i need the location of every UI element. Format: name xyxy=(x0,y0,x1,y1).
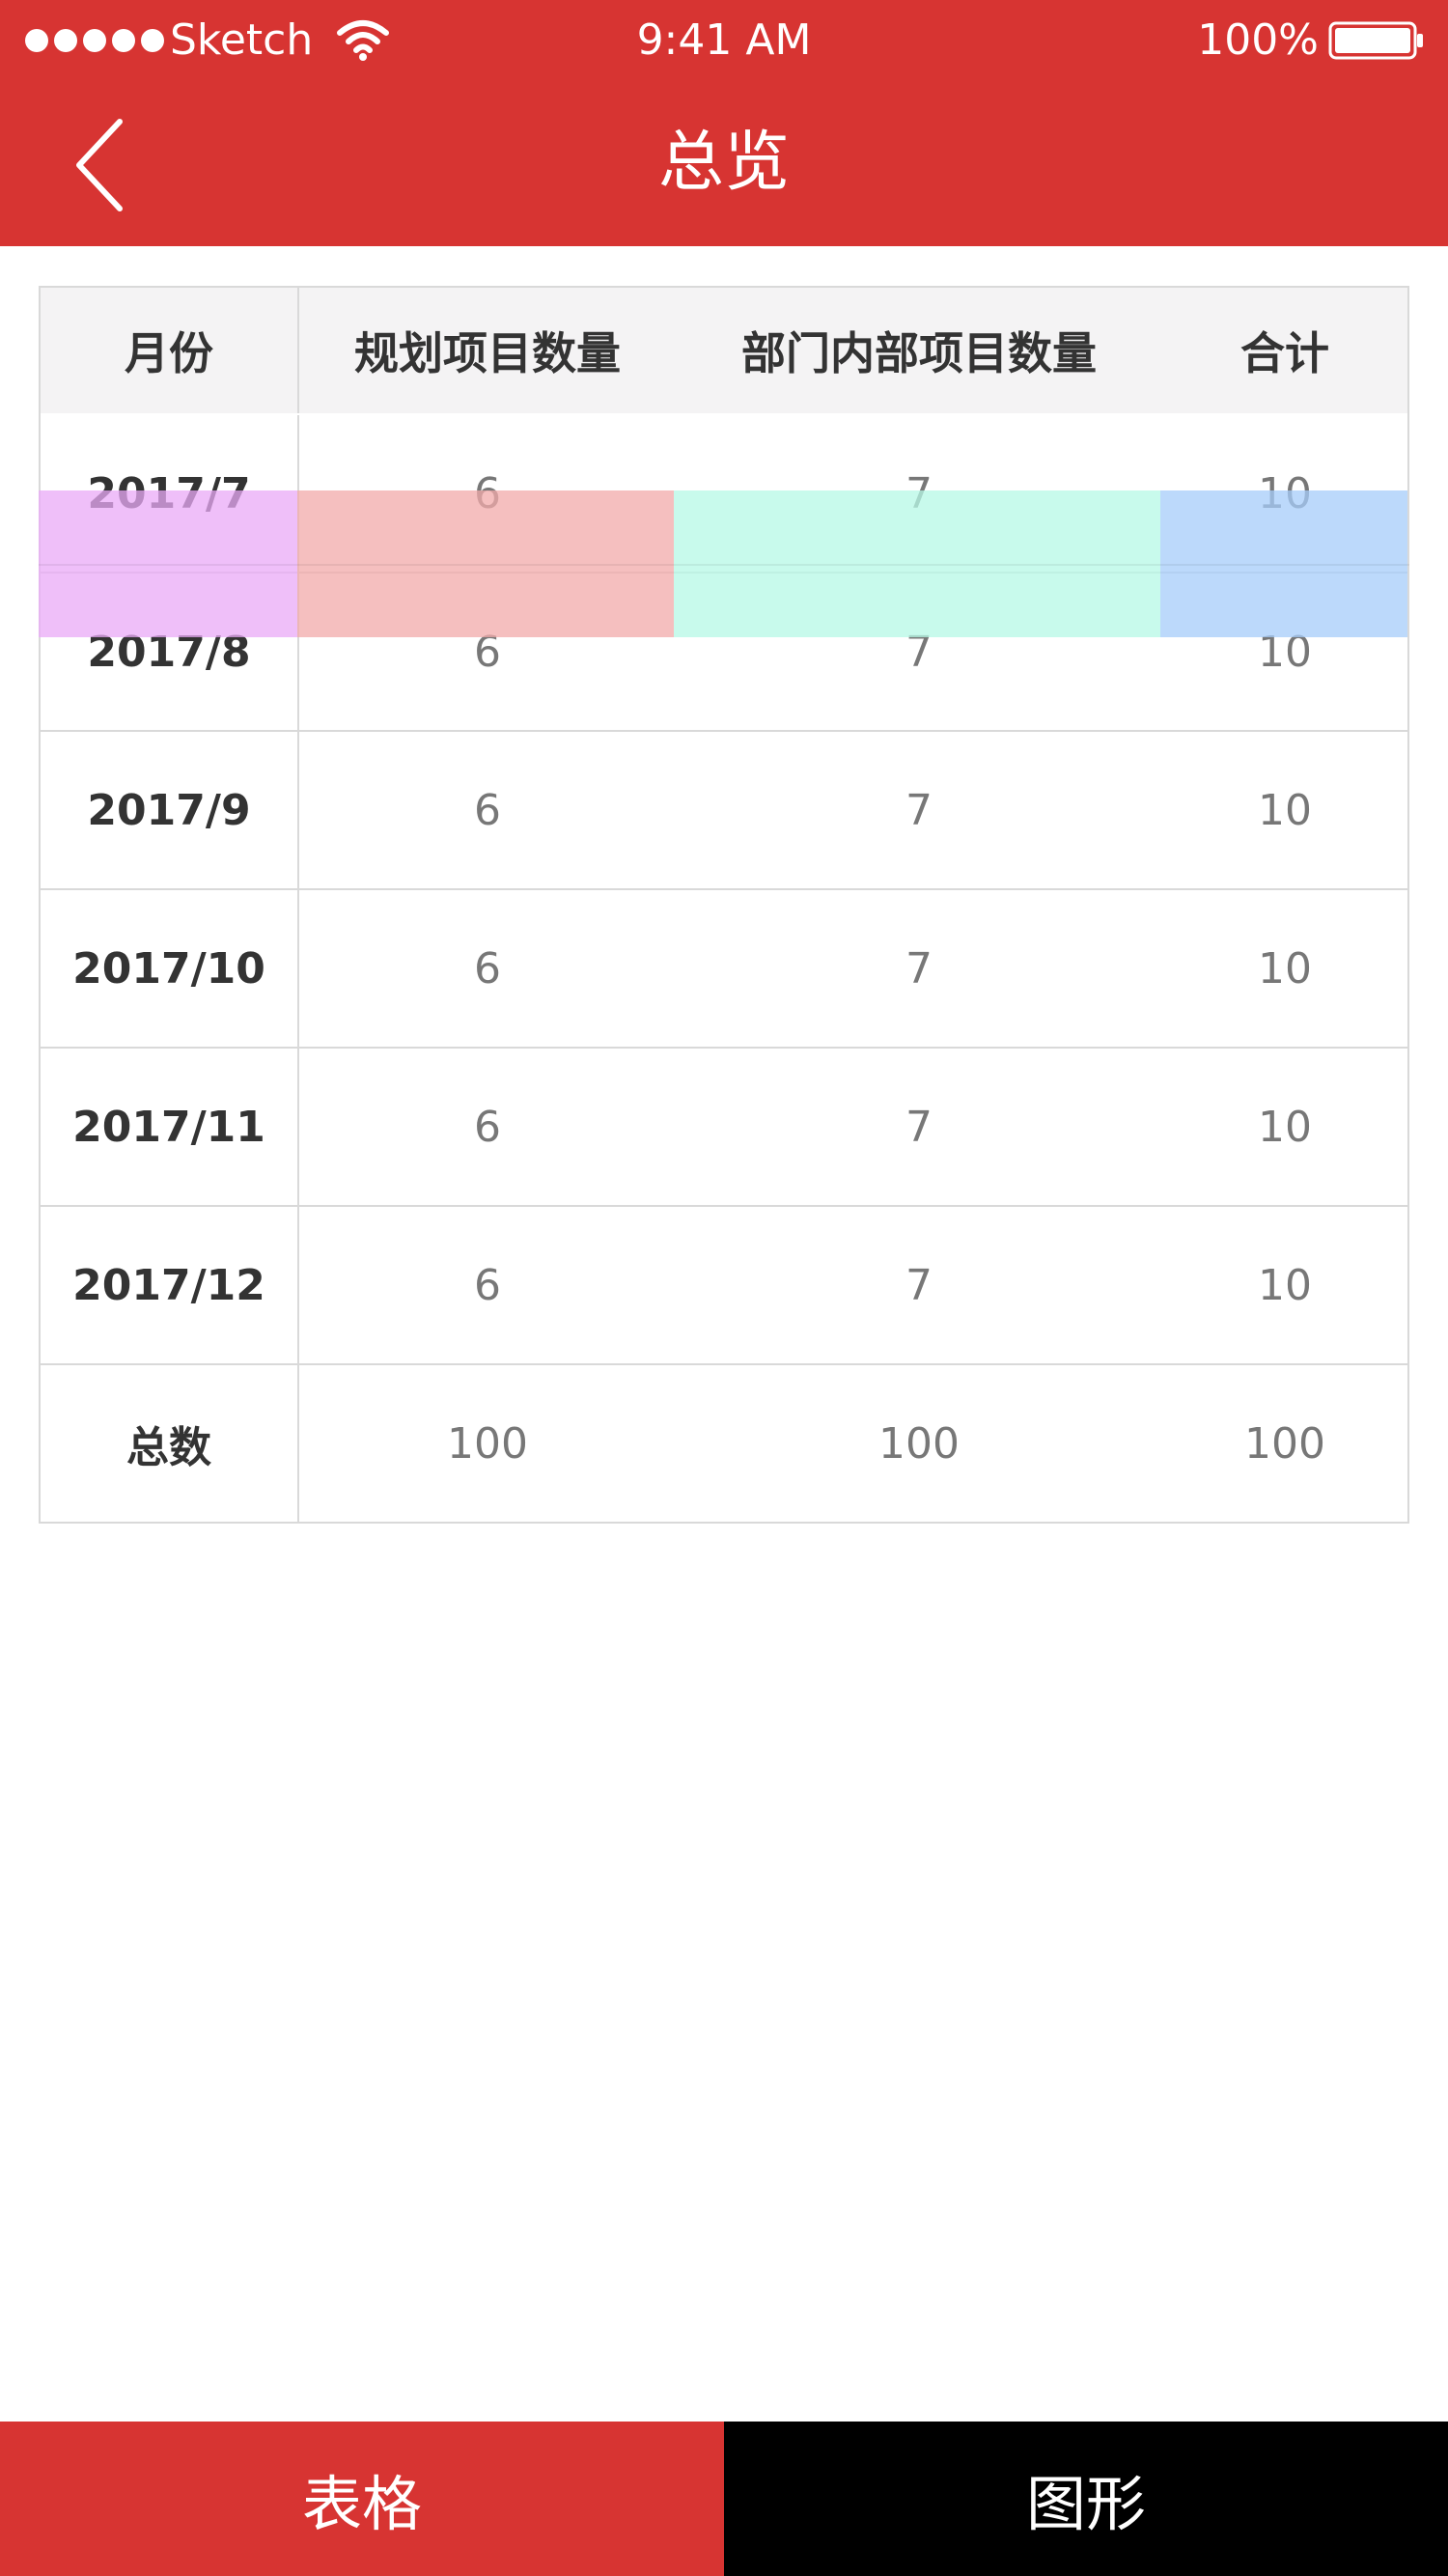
total-cell: 10 xyxy=(1258,468,1312,518)
page-title: 总览 xyxy=(657,125,790,201)
planned-cell: 6 xyxy=(474,468,501,518)
internal-cell: 7 xyxy=(905,943,933,994)
month-cell: 2017/12 xyxy=(41,1207,299,1363)
planned-total-cell: 100 xyxy=(447,1418,528,1469)
internal-cell: 7 xyxy=(905,785,933,835)
total-cell: 10 xyxy=(1258,627,1312,677)
month-cell: 2017/7 xyxy=(41,415,299,572)
planned-cell: 6 xyxy=(474,785,501,835)
planned-cell: 6 xyxy=(474,627,501,677)
internal-cell: 7 xyxy=(905,468,933,518)
table-row: 2017/12 6 7 10 xyxy=(41,1205,1407,1363)
month-cell: 2017/9 xyxy=(41,732,299,888)
planned-cell: 6 xyxy=(474,943,501,994)
table-body: 2017/7 6 7 10 2017/8 6 7 10 2017/9 6 7 1… xyxy=(41,415,1407,1522)
total-cell: 10 xyxy=(1258,1102,1312,1152)
grand-total-cell: 100 xyxy=(1244,1418,1325,1469)
internal-cell: 7 xyxy=(905,1102,933,1152)
overview-table: 月份 规划项目数量 部门内部项目数量 合计 2017/7 6 7 10 2017… xyxy=(39,286,1409,1524)
battery-percentage: 100% xyxy=(1197,15,1319,65)
planned-cell: 6 xyxy=(474,1102,501,1152)
table-row: 2017/9 6 7 10 xyxy=(41,730,1407,888)
month-cell: 2017/11 xyxy=(41,1049,299,1205)
month-cell: 2017/10 xyxy=(41,890,299,1047)
status-bar: Sketch 9:41 AM 100% xyxy=(0,0,1448,83)
table-row: 2017/11 6 7 10 xyxy=(41,1047,1407,1205)
tab-table[interactable]: 表格 xyxy=(0,2422,724,2576)
internal-cell: 7 xyxy=(905,1260,933,1310)
total-cell: 10 xyxy=(1258,785,1312,835)
month-cell: 2017/8 xyxy=(41,574,299,730)
planned-cell: 6 xyxy=(474,1260,501,1310)
header: Sketch 9:41 AM 100% 总览 xyxy=(0,0,1448,246)
table-total-row: 总数 100 100 100 xyxy=(41,1363,1407,1522)
header-total: 合计 xyxy=(1240,327,1329,379)
battery-icon xyxy=(1328,21,1423,60)
tab-chart[interactable]: 图形 xyxy=(724,2422,1448,2576)
internal-cell: 7 xyxy=(905,627,933,677)
total-label-cell: 总数 xyxy=(41,1365,299,1522)
bottom-tab-bar: 表格 图形 xyxy=(0,2422,1448,2576)
table-row: 2017/10 6 7 10 xyxy=(41,888,1407,1047)
internal-total-cell: 100 xyxy=(878,1418,960,1469)
table-row: 2017/7 6 7 10 xyxy=(41,415,1407,572)
table-row: 2017/8 6 7 10 xyxy=(41,572,1407,730)
table-header-row: 月份 规划项目数量 部门内部项目数量 合计 xyxy=(41,288,1407,415)
total-cell: 10 xyxy=(1258,1260,1312,1310)
total-cell: 10 xyxy=(1258,943,1312,994)
navigation-bar: 总览 xyxy=(0,83,1448,246)
header-planned-count: 规划项目数量 xyxy=(354,327,621,379)
header-month: 月份 xyxy=(41,288,299,413)
header-internal-count: 部门内部项目数量 xyxy=(741,327,1097,379)
